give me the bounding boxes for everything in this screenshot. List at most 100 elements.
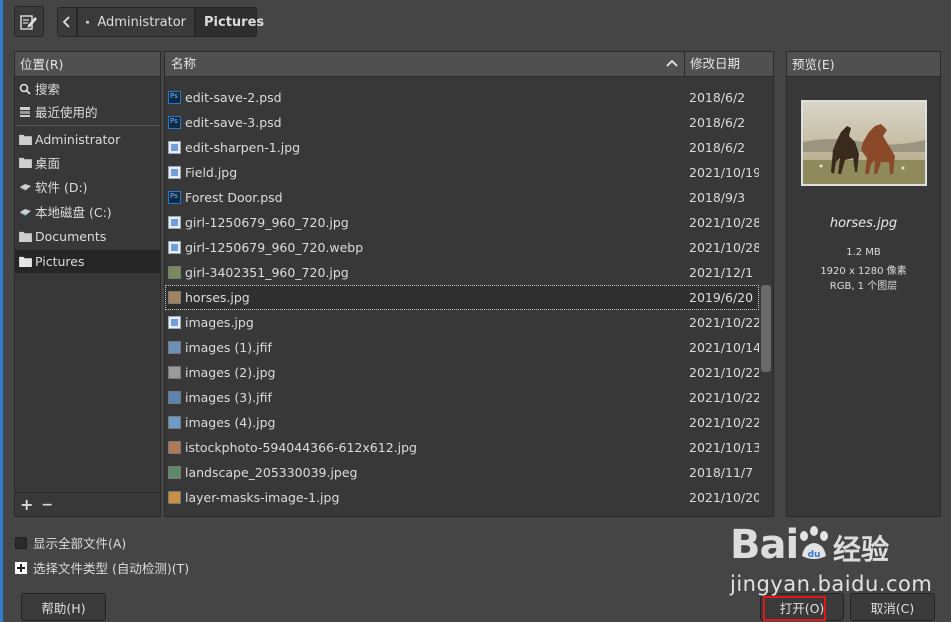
- place-documents[interactable]: Documents: [15, 225, 160, 248]
- places-footer: + −: [15, 492, 160, 516]
- select-file-type-label: 选择文件类型 (自动检测)(T): [33, 561, 190, 576]
- file-list-scrollbar[interactable]: [759, 77, 773, 516]
- table-row[interactable]: landscape_205330039.jpeg 2018/11/7: [165, 460, 759, 485]
- places-header[interactable]: 位置(R): [15, 52, 160, 77]
- table-row[interactable]: girl-1250679_960_720.jpg 2021/10/28: [165, 210, 759, 235]
- breadcrumb-pictures[interactable]: Pictures: [195, 7, 264, 37]
- places-panel: 位置(R) 搜索 最近使用的 Administrator 桌面 软件 (D:): [14, 51, 161, 517]
- place-label: Pictures: [35, 254, 85, 269]
- place-label: Documents: [35, 229, 107, 244]
- breadcrumb-administrator[interactable]: Administrator: [77, 7, 195, 37]
- column-name-label: 名称: [171, 56, 197, 71]
- table-row[interactable]: Forest Door.psd 2018/9/3: [165, 185, 759, 210]
- file-date: 2021/10/22: [689, 390, 759, 405]
- remove-bookmark-button[interactable]: −: [41, 497, 53, 513]
- table-row[interactable]: images (1).jfif 2021/10/14: [165, 335, 759, 360]
- file-date: 2018/6/2: [689, 115, 746, 130]
- file-date: 2021/10/22: [689, 365, 759, 380]
- place-label: 搜索: [35, 82, 61, 97]
- place-recent[interactable]: 最近使用的: [15, 100, 160, 123]
- file-name: images (2).jpg: [185, 365, 276, 380]
- table-row[interactable]: layer-masks-image-1.jpg 2021/10/20: [165, 485, 759, 510]
- breadcrumb-label: Pictures: [204, 14, 265, 30]
- file-date: 2021/10/20: [689, 490, 759, 505]
- watermark-suffix: 经验: [833, 533, 890, 566]
- edit-location-icon: [20, 14, 37, 30]
- place-label: 软件 (D:): [35, 180, 88, 195]
- place-search[interactable]: 搜索: [15, 77, 160, 100]
- table-row[interactable]: images (2).jpg 2021/10/22: [165, 360, 759, 385]
- table-row[interactable]: edit-save-2.psd 2018/6/2: [165, 85, 759, 110]
- table-row[interactable]: Field.jpg 2021/10/19: [165, 160, 759, 185]
- file-rows: edit-save-2.psd 2018/6/2 edit-save-3.psd 20…: [165, 77, 759, 516]
- image-file-icon: [168, 241, 181, 254]
- places-divider: [15, 125, 160, 126]
- search-icon: [18, 82, 32, 96]
- file-date: 2018/6/2: [689, 140, 746, 155]
- table-row[interactable]: images (4).jpg 2021/10/22: [165, 410, 759, 435]
- file-date: 2018/9/3: [689, 190, 746, 205]
- select-file-type-expander[interactable]: 选择文件类型 (自动检测)(T): [15, 558, 189, 577]
- cancel-button[interactable]: 取消(C): [850, 593, 935, 621]
- place-label: 桌面: [35, 156, 61, 171]
- folder-icon: [86, 20, 90, 24]
- table-row[interactable]: girl-1250679_960_720.webp 2021/10/28: [165, 235, 759, 260]
- place-pictures[interactable]: Pictures: [15, 250, 160, 273]
- column-name-header[interactable]: 名称: [165, 52, 685, 76]
- table-row[interactable]: edit-sharpen-1.jpg 2018/6/2: [165, 135, 759, 160]
- place-drive-c[interactable]: 本地磁盘 (C:): [15, 200, 160, 223]
- table-row[interactable]: edit-save-3.psd 2018/6/2: [165, 110, 759, 135]
- place-administrator[interactable]: Administrator: [15, 128, 160, 151]
- image-thumbnail-icon: [168, 491, 181, 504]
- help-button[interactable]: 帮助(H): [21, 593, 106, 621]
- preview-thumbnail: [801, 100, 927, 186]
- breadcrumb-label: Administrator: [97, 14, 186, 30]
- file-name: landscape_205330039.jpeg: [185, 465, 358, 480]
- recent-icon: [18, 105, 32, 119]
- edit-location-button[interactable]: [14, 6, 44, 37]
- table-row-partial[interactable]: [165, 77, 759, 85]
- file-name: girl-1250679_960_720.jpg: [185, 215, 349, 230]
- back-button[interactable]: [57, 7, 77, 37]
- psd-file-icon: [168, 191, 181, 204]
- table-row[interactable]: istockphoto-594044366-612x612.jpg 2021/10…: [165, 435, 759, 460]
- folder-icon: [18, 133, 32, 147]
- preview-header[interactable]: 预览(E): [787, 52, 940, 77]
- chevron-left-icon: [62, 16, 70, 28]
- preview-dimensions: 1920 x 1280 像素: [820, 266, 907, 277]
- file-date: 2021/10/28: [689, 215, 759, 230]
- table-row[interactable]: girl-3402351_960_720.jpg 2021/12/1: [165, 260, 759, 285]
- drive-icon: [18, 205, 32, 219]
- table-row-partial[interactable]: [165, 510, 759, 516]
- image-file-icon: [168, 316, 181, 329]
- sort-ascending-icon: [666, 59, 678, 67]
- baidu-watermark: Bai du 经验 jingyan.baidu.com: [730, 522, 940, 602]
- open-button-highlight: [763, 596, 826, 621]
- table-row[interactable]: horses.jpg 2019/6/20: [165, 285, 759, 310]
- scrollbar-thumb[interactable]: [761, 285, 771, 372]
- column-date-header[interactable]: 修改日期: [685, 52, 760, 76]
- image-file-icon: [168, 166, 181, 179]
- watermark-logo: Bai: [730, 522, 799, 568]
- expand-plus-icon[interactable]: [15, 561, 27, 574]
- image-file-icon: [168, 141, 181, 154]
- place-drive-d[interactable]: 软件 (D:): [15, 175, 160, 198]
- show-all-files-checkbox[interactable]: [15, 536, 27, 549]
- file-date: 2018/6/2: [689, 90, 746, 105]
- file-list: 名称 修改日期 edit-save-2.psd2018/6/2edit-save…: [164, 51, 774, 517]
- preview-filename: horses.jpg: [829, 216, 898, 231]
- image-thumbnail-icon: [168, 391, 181, 404]
- image-thumbnail-icon: [168, 366, 181, 379]
- file-name: girl-1250679_960_720.webp: [185, 240, 364, 255]
- folder-icon: [18, 156, 32, 170]
- image-thumbnail-icon: [168, 291, 181, 304]
- file-name: edit-sharpen-1.jpg: [185, 140, 301, 155]
- add-bookmark-button[interactable]: +: [20, 495, 33, 514]
- file-date: 2021/10/28: [689, 240, 759, 255]
- table-row[interactable]: images.jpg 2021/10/22: [165, 310, 759, 335]
- table-row[interactable]: images (3).jfif 2021/10/22: [165, 385, 759, 410]
- place-desktop[interactable]: 桌面: [15, 151, 160, 174]
- show-all-files-option[interactable]: 显示全部文件(A): [15, 533, 126, 552]
- image-file-icon: [168, 216, 181, 229]
- image-thumbnail-icon: [168, 416, 181, 429]
